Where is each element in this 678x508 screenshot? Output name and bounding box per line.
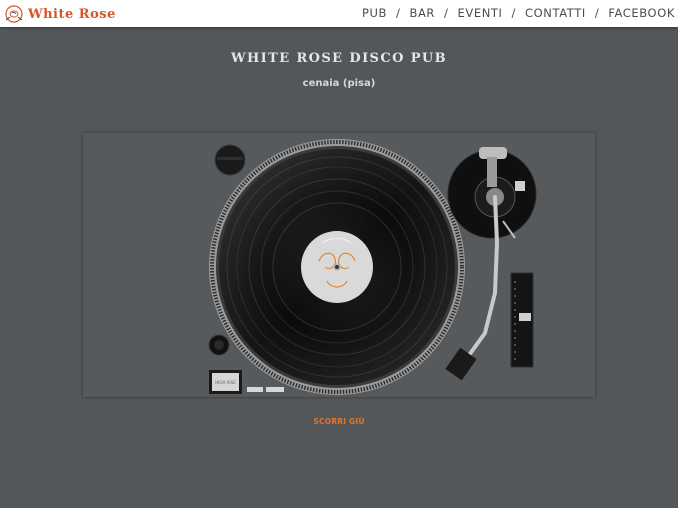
- nav-item-pub[interactable]: PUB: [362, 6, 387, 20]
- nav-separator: /: [395, 6, 401, 20]
- page-title: WHITE ROSE DISCO PUB: [230, 51, 448, 66]
- top-navbar: White Rose PUB / BAR / EVENTI / CONTATTI…: [0, 0, 678, 27]
- brand-plate-text: HIGH RISE: [215, 380, 236, 385]
- scroll-down-label[interactable]: SCORRI GIÙ: [313, 417, 364, 426]
- nav-item-contatti[interactable]: CONTATTI: [525, 6, 586, 20]
- main-nav: PUB / BAR / EVENTI / CONTATTI / FACEBOOK: [362, 6, 675, 20]
- nav-item-facebook[interactable]: FACEBOOK: [608, 6, 675, 20]
- scroll-down-link[interactable]: SCORRI GIÙ: [0, 417, 678, 426]
- brand-name: White Rose: [28, 6, 116, 22]
- rose-logo-icon: [5, 5, 23, 23]
- nav-item-bar[interactable]: BAR: [409, 6, 435, 20]
- page-subtitle: cenaia (pisa): [302, 78, 376, 89]
- turntable-image: HIGH RISE: [83, 133, 595, 397]
- nav-separator: /: [444, 6, 449, 20]
- nav-item-eventi[interactable]: EVENTI: [458, 6, 503, 20]
- brand-logo[interactable]: White Rose: [3, 4, 116, 24]
- nav-separator: /: [594, 6, 600, 20]
- nav-separator: /: [511, 6, 517, 20]
- turntable-illustration: HIGH RISE: [208, 139, 537, 395]
